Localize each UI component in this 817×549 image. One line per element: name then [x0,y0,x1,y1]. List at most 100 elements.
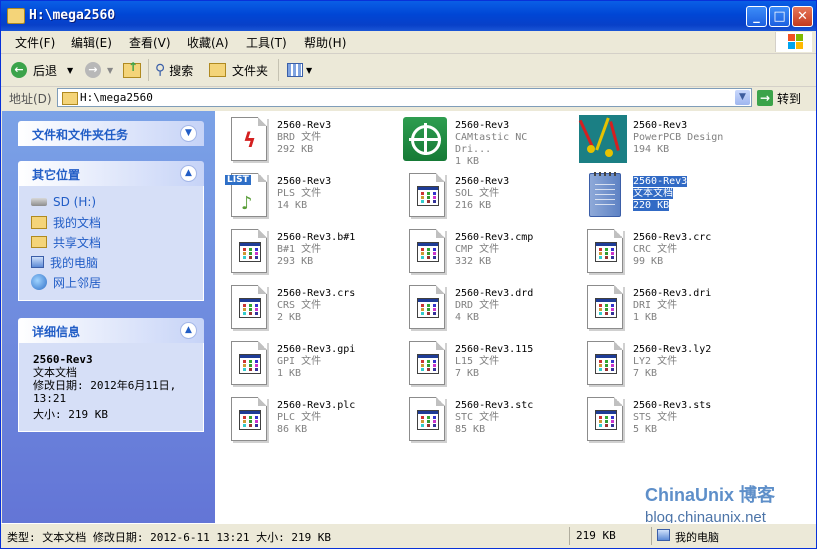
file-name-text: 2560-Rev3.plc [277,400,356,411]
file-type-text: LY2 文件 [633,356,678,367]
shared-folder-icon [31,236,47,248]
file-name: 2560-Rev3 [277,176,331,188]
file-type: BRD 文件 [277,132,331,144]
file-item[interactable]: 2560-Rev3.115 L15 文件 7 KB [399,337,569,389]
file-size: 293 KB [277,256,355,268]
file-item[interactable]: 2560-Rev3.cmp CMP 文件 332 KB [399,225,569,277]
maximize-button[interactable]: □ [769,6,790,27]
file-name-text: 2560-Rev3.drd [455,288,534,299]
link-my-documents[interactable]: 我的文档 [19,212,203,232]
file-name-text: 2560-Rev3.cmp [455,232,534,243]
status-separator [651,527,652,545]
file-size-text: 293 KB [277,256,314,267]
menu-file[interactable]: 文件(F) [15,34,55,51]
link-shared-documents[interactable]: 共享文档 [19,232,203,252]
file-item[interactable]: 2560-Rev3 SOL 文件 216 KB [399,169,569,221]
collapse-chevron-icon[interactable]: ▲ [180,165,197,182]
collapse-chevron-icon[interactable]: ▲ [180,322,197,339]
file-item[interactable]: 2560-Rev3.b#1 B#1 文件 293 KB [221,225,391,277]
link-my-computer[interactable]: 我的电脑 [19,252,203,272]
file-item[interactable]: LIST ♪ 2560-Rev3 PLS 文件 14 KB [221,169,391,221]
file-size-text: 4 KB [455,312,480,323]
file-size: 1 KB [277,368,355,380]
file-name-text: 2560-Rev3.115 [455,344,534,355]
menu-tools[interactable]: 工具(T) [246,34,287,51]
go-label: 转到 [777,91,802,106]
close-button[interactable]: ✕ [792,6,813,27]
file-item[interactable]: 2560-Rev3 文本文档 220 KB [577,169,747,221]
file-name-text: 2560-Rev3.dri [633,288,712,299]
file-name-text: 2560-Rev3.stc [455,400,534,411]
file-type-text: GPI 文件 [277,356,322,367]
menu-view[interactable]: 查看(V) [129,34,171,51]
panel-header[interactable]: 其它位置 ▲ [18,161,204,186]
forward-button[interactable]: → ▼ [85,60,113,80]
menu-help[interactable]: 帮助(H) [304,34,346,51]
chevron-down-icon[interactable]: ▼ [107,66,113,75]
file-item[interactable]: 2560-Rev3.ly2 LY2 文件 7 KB [577,337,747,389]
file-item[interactable]: 2560-Rev3.drd DRD 文件 4 KB [399,281,569,333]
panel-header[interactable]: 文件和文件夹任务 ▼ [18,121,204,146]
back-button[interactable]: ← 后退 ▼ [11,60,73,80]
expand-chevron-icon[interactable]: ▼ [180,125,197,142]
file-item[interactable]: 2560-Rev3.stc STC 文件 85 KB [399,393,569,445]
menu-favorites[interactable]: 收藏(A) [187,34,229,51]
file-name-text: 2560-Rev3.sts [633,400,712,411]
file-text: 2560-Rev3.crc CRC 文件 99 KB [633,232,711,268]
file-item[interactable]: 2560-Rev3.crc CRC 文件 99 KB [577,225,747,277]
file-text: 2560-Rev3.gpi GPI 文件 1 KB [277,344,355,380]
file-folder-tasks-panel: 文件和文件夹任务 ▼ [18,121,204,146]
file-size-text: 194 KB [633,144,670,155]
panel-header[interactable]: 详细信息 ▲ [18,318,204,343]
menu-edit[interactable]: 编辑(E) [71,34,112,51]
file-item[interactable]: 2560-Rev3.dri DRI 文件 1 KB [577,281,747,333]
chevron-down-icon[interactable]: ▼ [67,66,73,75]
file-text: 2560-Rev3 BRD 文件 292 KB [277,120,331,156]
link-drive-h[interactable]: SD (H:) [19,192,203,212]
file-type: L15 文件 [455,356,533,368]
file-item[interactable]: 2560-Rev3 CAMtastic NC Dri... 1 KB [399,113,569,167]
up-folder-button[interactable]: ↑ [123,60,141,80]
notepad-icon [581,171,627,219]
file-item[interactable]: 2560-Rev3 PowerPCB Design 194 KB [577,113,747,165]
file-type-text: PLC 文件 [277,412,322,423]
brd-icon: ϟ [225,115,271,163]
link-network-places[interactable]: 网上邻居 [19,272,203,292]
file-name: 2560-Rev3.115 [455,344,533,356]
title-bar[interactable]: H:\mega2560 _ □ ✕ [1,1,816,31]
file-size: 194 KB [633,144,723,156]
minimize-button[interactable]: _ [746,6,767,27]
file-size: 4 KB [455,312,533,324]
file-item[interactable]: 2560-Rev3.plc PLC 文件 86 KB [221,393,391,445]
computer-icon [31,256,44,268]
file-item[interactable]: 2560-Rev3.gpi GPI 文件 1 KB [221,337,391,389]
file-item[interactable]: 2560-Rev3.crs CRS 文件 2 KB [221,281,391,333]
address-label: 地址(D) [9,92,52,106]
menu-bar: 文件(F) 编辑(E) 查看(V) 收藏(A) 工具(T) 帮助(H) [1,31,816,54]
folders-button[interactable]: 文件夹 [209,60,268,80]
address-input[interactable]: H:\mega2560 ▼ [57,88,752,107]
panel-title: 文件和文件夹任务 [32,128,129,142]
address-dropdown-button[interactable]: ▼ [735,90,750,105]
views-button[interactable]: ▼ [287,60,312,80]
windows-logo-icon [775,32,812,52]
go-button[interactable]: → 转到 [757,88,801,108]
file-type: DRI 文件 [633,300,711,312]
file-type-text: BRD 文件 [277,132,322,143]
file-size-text: 14 KB [277,200,308,211]
file-item[interactable]: 2560-Rev3.sts STS 文件 5 KB [577,393,747,445]
file-item[interactable]: ϟ 2560-Rev3 BRD 文件 292 KB [221,113,391,165]
panel-title: 详细信息 [32,325,81,339]
window-title: H:\mega2560 [29,8,116,23]
playlist-icon: LIST ♪ [225,171,271,219]
file-name-text: 2560-Rev3 [455,120,510,131]
toolbar-separator [278,59,279,81]
file-type: 文本文档 [633,188,687,200]
file-name: 2560-Rev3 [633,120,723,132]
file-type: PowerPCB Design [633,132,723,144]
file-name: 2560-Rev3.crs [277,288,355,300]
search-button[interactable]: ⚲ 搜索 [155,60,193,80]
generic-file-icon [225,283,271,331]
status-size: 219 KB [576,529,616,542]
views-icon [287,63,303,77]
